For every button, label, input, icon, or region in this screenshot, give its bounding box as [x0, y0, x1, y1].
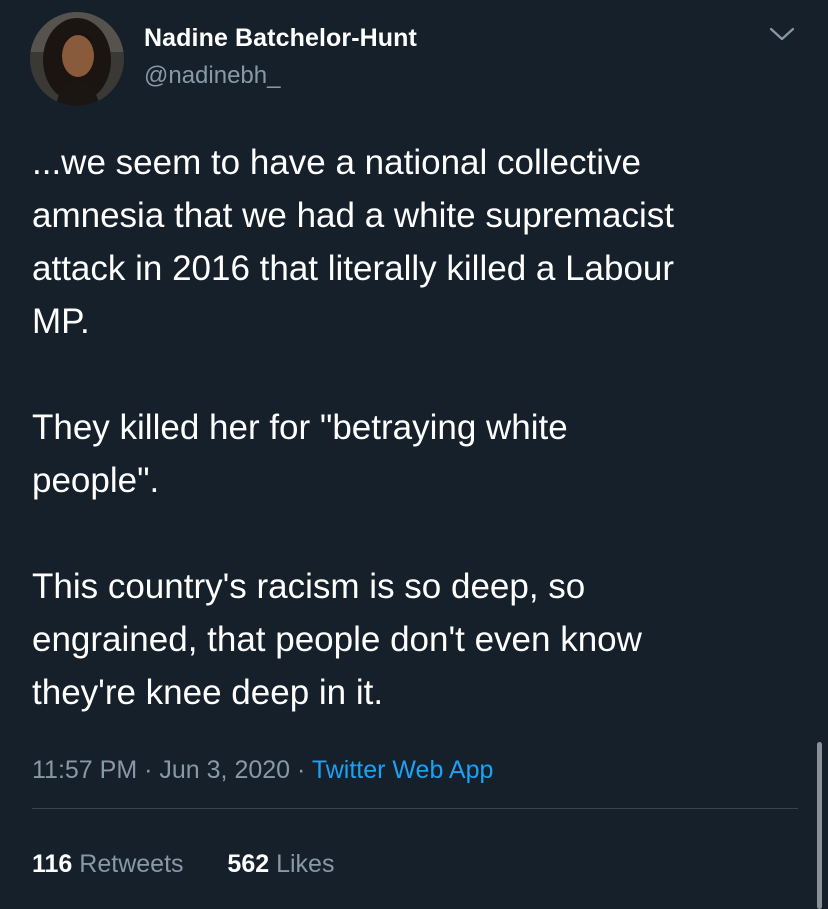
scrollbar[interactable] [817, 742, 822, 909]
avatar-image [30, 12, 124, 106]
meta-separator: · [297, 756, 306, 784]
retweets-label: Retweets [79, 850, 184, 878]
divider [32, 808, 798, 809]
tweet-time[interactable]: 11:57 PM [32, 756, 137, 784]
likes-label: Likes [276, 850, 335, 878]
tweet-detail: Nadine Batchelor-Hunt @nadinebh_ ...we s… [0, 0, 828, 909]
likes-count: 562 [227, 850, 270, 878]
tweet-paragraph: They killed her for "betraying white peo… [32, 408, 568, 500]
tweet-date[interactable]: Jun 3, 2020 [159, 756, 290, 784]
tweet-text: ...we seem to have a national collective… [32, 136, 802, 719]
retweets-stat[interactable]: 116 Retweets [32, 850, 190, 878]
tweet-paragraph: ...we seem to have a national collective… [32, 143, 675, 341]
chevron-down-icon[interactable] [768, 24, 796, 44]
avatar[interactable] [30, 12, 124, 106]
user-handle[interactable]: @nadinebh_ [144, 62, 280, 90]
display-name[interactable]: Nadine Batchelor-Hunt [144, 24, 417, 53]
tweet-paragraph: This country's racism is so deep, so eng… [32, 567, 642, 712]
retweets-count: 116 [32, 850, 73, 878]
likes-stat[interactable]: 562 Likes [227, 850, 334, 878]
tweet-stats: 116 Retweets 562 Likes [32, 850, 334, 879]
tweet-meta: 11:57 PM · Jun 3, 2020 · Twitter Web App [32, 756, 493, 785]
meta-separator: · [144, 756, 153, 784]
tweet-source-link[interactable]: Twitter Web App [312, 756, 494, 784]
